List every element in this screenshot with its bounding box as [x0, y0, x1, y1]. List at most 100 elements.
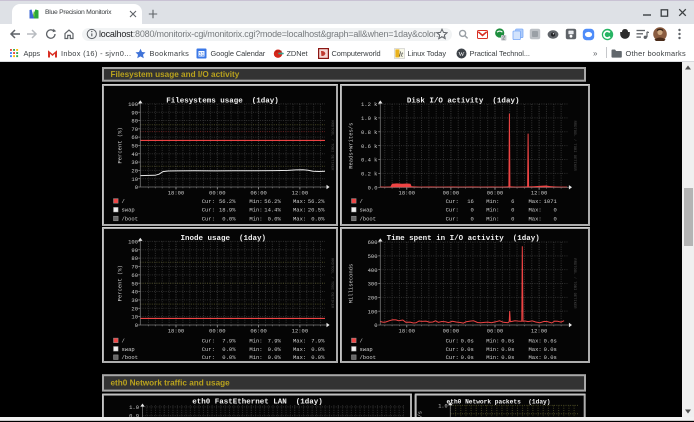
- svg-text:Max:: Max:: [529, 216, 542, 223]
- svg-text:60: 60: [131, 272, 138, 279]
- svg-text:0.4 k: 0.4 k: [361, 157, 378, 164]
- svg-text:Max:: Max:: [529, 198, 542, 205]
- svg-text:Max:: Max:: [529, 354, 542, 361]
- svg-text:0.6s: 0.6s: [544, 337, 557, 344]
- svg-text:0.0%: 0.0%: [222, 346, 236, 353]
- svg-text:06:00: 06:00: [250, 190, 267, 197]
- svg-text:Cur:: Cur:: [202, 337, 215, 344]
- svg-text:100: 100: [368, 308, 378, 315]
- svg-text:56.2%: 56.2%: [264, 198, 281, 205]
- svg-text:0: 0: [135, 322, 138, 329]
- svg-text:12:00: 12:00: [531, 190, 548, 197]
- svg-text:31: 31: [198, 52, 204, 58]
- svg-text:0.0%: 0.0%: [222, 216, 236, 223]
- svg-text:Cur:: Cur:: [446, 216, 459, 223]
- svg-text:Inode usage (1day): Inode usage (1day): [180, 235, 266, 243]
- svg-text:0.0: 0.0: [368, 184, 378, 191]
- svg-text:Max:: Max:: [293, 354, 306, 361]
- svg-text:/boot: /boot: [122, 354, 139, 361]
- svg-text:500: 500: [368, 253, 378, 260]
- svg-text:RRDTOOL / TOBI OETIKER: RRDTOOL / TOBI OETIKER: [330, 120, 335, 171]
- svg-text:Max:: Max:: [529, 337, 542, 344]
- svg-text:0.0%: 0.0%: [268, 216, 282, 223]
- svg-text:12:00: 12:00: [292, 190, 309, 197]
- svg-text:/boot: /boot: [360, 216, 377, 223]
- svg-text:0.0%: 0.0%: [311, 346, 325, 353]
- svg-text:Min:: Min:: [486, 346, 499, 353]
- svg-text:20: 20: [131, 168, 138, 175]
- svg-text:RRDTOOL / TOBI OETIKER: RRDTOOL / TOBI OETIKER: [572, 121, 577, 172]
- svg-text:18.9%: 18.9%: [219, 207, 236, 214]
- svg-text:0: 0: [511, 216, 514, 223]
- svg-text:0: 0: [511, 207, 514, 214]
- svg-text:RRDTOOL / TOBI OETIKER: RRDTOOL / TOBI OETIKER: [330, 258, 335, 309]
- svg-text:10: 10: [131, 176, 138, 183]
- svg-text:Time spent in I/O activity (1: Time spent in I/O activity (1day): [387, 235, 540, 243]
- svg-text:Max:: Max:: [293, 198, 306, 205]
- svg-text:7.9%: 7.9%: [268, 337, 282, 344]
- svg-text:Min:: Min:: [249, 198, 262, 205]
- svg-text:90: 90: [131, 247, 138, 254]
- svg-text:14.4%: 14.4%: [264, 207, 281, 214]
- svg-text:Min:: Min:: [249, 337, 262, 344]
- svg-text:20: 20: [131, 305, 138, 312]
- svg-text:Min:: Min:: [486, 337, 499, 344]
- svg-text:Cur:: Cur:: [202, 354, 215, 361]
- svg-text:0: 0: [470, 207, 473, 214]
- svg-text:/: /: [360, 337, 363, 344]
- svg-text:6: 6: [511, 198, 514, 205]
- svg-text:Filesystem usage and I/O activ: Filesystem usage and I/O activity: [111, 70, 240, 79]
- svg-text:Filesystems usage (1day): Filesystems usage (1day): [166, 97, 279, 105]
- svg-text:Min:: Min:: [249, 354, 262, 361]
- svg-text:Min:: Min:: [249, 207, 262, 214]
- svg-text:0.0%: 0.0%: [268, 354, 282, 361]
- svg-text:70: 70: [131, 264, 138, 271]
- svg-text:Cur:: Cur:: [446, 207, 459, 214]
- svg-text:70: 70: [131, 126, 138, 133]
- svg-text:0.0%: 0.0%: [268, 346, 282, 353]
- svg-text:7.9%: 7.9%: [311, 337, 325, 344]
- svg-text:20.5%: 20.5%: [308, 207, 325, 214]
- svg-text:0.0%: 0.0%: [311, 216, 325, 223]
- svg-text:0: 0: [374, 322, 377, 329]
- svg-text:/: /: [122, 198, 125, 205]
- svg-text:eth0 Network traffic and usage: eth0 Network traffic and usage: [111, 379, 231, 388]
- svg-text:eth0 Network packets (1day): eth0 Network packets (1day): [447, 398, 551, 405]
- svg-text:7.9%: 7.9%: [222, 337, 236, 344]
- svg-text:0: 0: [553, 216, 556, 223]
- svg-text:56.2%: 56.2%: [219, 198, 236, 205]
- svg-text:50: 50: [131, 280, 138, 287]
- svg-text:0: 0: [470, 216, 473, 223]
- svg-text:Cur:: Cur:: [446, 337, 459, 344]
- svg-text:06:00: 06:00: [487, 190, 504, 197]
- svg-text:12:00: 12:00: [292, 327, 309, 334]
- svg-text:0.0s: 0.0s: [544, 354, 557, 361]
- svg-text:0.0s: 0.0s: [501, 337, 514, 344]
- svg-text:eth0 FastEthernet LAN (1day): eth0 FastEthernet LAN (1day): [192, 398, 323, 406]
- svg-text:Cur:: Cur:: [202, 346, 215, 353]
- svg-text:40: 40: [131, 151, 138, 158]
- svg-text:50: 50: [131, 143, 138, 150]
- svg-text:0.6 k: 0.6 k: [361, 143, 378, 150]
- svg-text:Cur:: Cur:: [446, 198, 459, 205]
- svg-text:0.0s: 0.0s: [461, 346, 474, 353]
- svg-text:Max:: Max:: [293, 216, 306, 223]
- svg-text:00:00: 00:00: [443, 327, 460, 334]
- svg-text:swap: swap: [360, 346, 373, 353]
- svg-text:Reads+Writes/s: Reads+Writes/s: [348, 123, 355, 169]
- svg-text:0.0%: 0.0%: [311, 354, 325, 361]
- svg-text:30: 30: [131, 159, 138, 166]
- svg-text:12:00: 12:00: [531, 327, 548, 334]
- svg-text:30: 30: [131, 297, 138, 304]
- svg-text:0.0s: 0.0s: [461, 337, 474, 344]
- svg-text:swap: swap: [122, 207, 135, 214]
- svg-text:0: 0: [135, 184, 138, 191]
- svg-text:10: 10: [131, 314, 138, 321]
- svg-text:0.0%: 0.0%: [222, 354, 236, 361]
- svg-text:06:00: 06:00: [250, 327, 267, 334]
- svg-text:18:00: 18:00: [399, 327, 416, 334]
- svg-text:100: 100: [128, 101, 138, 108]
- svg-text:00:00: 00:00: [209, 327, 226, 334]
- svg-text:Min:: Min:: [249, 346, 262, 353]
- svg-text:18:00: 18:00: [168, 327, 185, 334]
